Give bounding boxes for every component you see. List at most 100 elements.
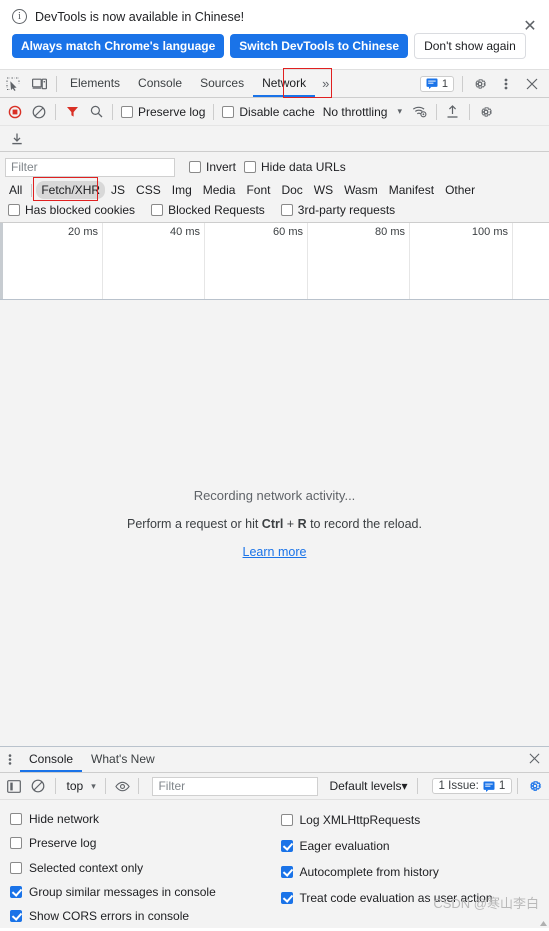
chevron-down-icon[interactable]: ▾ (391, 106, 408, 117)
always-match-language-button[interactable]: Always match Chrome's language (12, 34, 224, 58)
issues-bubble-icon (483, 781, 495, 792)
filter-type-css[interactable]: CSS (131, 181, 166, 199)
console-toolbar-divider-1 (55, 778, 56, 794)
has-blocked-cookies-label: Has blocked cookies (25, 203, 135, 217)
filter-type-doc[interactable]: Doc (276, 181, 307, 199)
console-settings-gear-icon[interactable] (523, 774, 546, 798)
search-icon[interactable] (84, 100, 108, 124)
invert-checkbox[interactable]: Invert (185, 160, 240, 174)
export-har-icon[interactable] (5, 127, 29, 151)
throttling-select[interactable]: No throttling (319, 105, 392, 119)
kebab-menu-icon[interactable] (493, 71, 519, 97)
console-filter-input[interactable] (152, 777, 318, 796)
devtools-window: i DevTools is now available in Chinese! … (0, 0, 549, 928)
timeline-tick: 40 ms (103, 223, 205, 300)
banner-close-icon[interactable]: ✕ (521, 18, 539, 36)
filter-type-manifest[interactable]: Manifest (384, 181, 439, 199)
clear-console-icon[interactable] (27, 774, 50, 798)
console-toolbar: top ▾ Default levels▾ 1 Issue: (0, 773, 549, 800)
network-conditions-icon[interactable] (408, 100, 432, 124)
network-toolbar: Preserve log Disable cache No throttling… (0, 98, 549, 126)
tab-network[interactable]: Network (253, 70, 315, 97)
filter-type-all[interactable]: All (4, 181, 27, 199)
filter-input-row: Invert Hide data URLs (0, 156, 549, 178)
preserve-log-checkbox[interactable]: Preserve log (117, 105, 209, 119)
filter-type-other[interactable]: Other (440, 181, 480, 199)
network-settings-gear-icon[interactable] (474, 100, 498, 124)
timeline-tick-label: 60 ms (273, 226, 303, 238)
selected-context-only-label: Selected context only (29, 861, 143, 875)
hide-data-urls-checkbox[interactable]: Hide data URLs (240, 160, 350, 174)
blocked-requests-checkbox[interactable]: Blocked Requests (147, 203, 269, 217)
third-party-requests-box (281, 204, 293, 216)
console-sidebar-icon[interactable] (3, 774, 26, 798)
setting-selected-context-only[interactable]: Selected context only (10, 855, 275, 879)
empty-state-title: Recording network activity... (194, 488, 356, 503)
filter-type-media[interactable]: Media (198, 181, 241, 199)
network-filter-input[interactable] (5, 158, 175, 177)
third-party-requests-checkbox[interactable]: 3rd-party requests (277, 203, 399, 217)
inspect-element-icon[interactable] (0, 71, 26, 97)
switch-to-chinese-button[interactable]: Switch DevTools to Chinese (230, 34, 408, 58)
dont-show-again-button[interactable]: Don't show again (414, 33, 526, 59)
setting-autocomplete-from-history[interactable]: Autocomplete from history (281, 859, 549, 885)
drawer-tab-whats-new[interactable]: What's New (82, 747, 164, 772)
has-blocked-cookies-checkbox[interactable]: Has blocked cookies (4, 203, 139, 217)
treat-code-evaluation-box (281, 892, 293, 904)
message-count-badge[interactable]: 1 (420, 76, 454, 92)
filter-type-font[interactable]: Font (241, 181, 275, 199)
setting-eager-evaluation[interactable]: Eager evaluation (281, 833, 549, 859)
record-button[interactable] (3, 100, 27, 124)
filter-type-ws[interactable]: WS (309, 181, 338, 199)
drawer-close-icon[interactable] (525, 751, 549, 768)
device-toolbar-icon[interactable] (26, 71, 52, 97)
execution-context-select[interactable]: top (61, 779, 87, 793)
filter-type-wasm[interactable]: Wasm (339, 181, 383, 199)
console-preserve-log-label: Preserve log (29, 836, 96, 850)
context-chevron-down-icon[interactable]: ▾ (87, 781, 100, 792)
setting-log-xmlhttprequests[interactable]: Log XMLHttpRequests (281, 807, 549, 833)
setting-preserve-log[interactable]: Preserve log (10, 831, 275, 855)
scroll-corner (539, 917, 548, 926)
selected-context-only-box (10, 862, 22, 874)
info-icon: i (12, 9, 27, 24)
more-tabs-icon[interactable]: » (315, 76, 336, 91)
gear-icon[interactable] (467, 71, 493, 97)
empty-subtitle-prefix: Perform a request or hit (127, 517, 262, 531)
network-timeline-overview[interactable]: 20 ms 40 ms 60 ms 80 ms 100 ms (0, 222, 549, 300)
net-toolbar-divider-4 (436, 104, 437, 120)
net-toolbar-divider-3 (213, 104, 214, 120)
import-har-icon[interactable] (441, 100, 465, 124)
show-cors-errors-box (10, 910, 22, 922)
disable-cache-checkbox[interactable]: Disable cache (218, 105, 318, 119)
message-bubble-icon (426, 78, 438, 89)
group-similar-messages-box (10, 886, 22, 898)
csdn-watermark: CSDN @寒山李白 (433, 893, 539, 912)
tab-elements[interactable]: Elements (61, 70, 129, 97)
preserve-log-box (121, 106, 133, 118)
filter-funnel-icon[interactable] (60, 100, 84, 124)
tab-sources[interactable]: Sources (191, 70, 253, 97)
blocked-requests-label: Blocked Requests (168, 203, 265, 217)
setting-group-similar-messages[interactable]: Group similar messages in console (10, 880, 275, 904)
issues-badge[interactable]: 1 Issue: 1 (432, 778, 513, 794)
drawer-tab-console[interactable]: Console (20, 747, 82, 772)
filter-type-js[interactable]: JS (106, 181, 130, 199)
console-settings-left-column: Hide network Preserve log Selected conte… (0, 807, 275, 928)
shortcut-r: R (298, 517, 307, 531)
clear-icon[interactable] (27, 100, 51, 124)
tab-console[interactable]: Console (129, 70, 191, 97)
console-toolbar-divider-3 (138, 778, 139, 794)
setting-hide-network[interactable]: Hide network (10, 807, 275, 831)
filter-type-img[interactable]: Img (167, 181, 197, 199)
learn-more-link[interactable]: Learn more (243, 545, 307, 559)
setting-show-cors-errors[interactable]: Show CORS errors in console (10, 904, 275, 928)
filter-type-fetch-xhr[interactable]: Fetch/XHR (36, 181, 105, 199)
close-devtools-icon[interactable] (519, 71, 545, 97)
autocomplete-from-history-box (281, 866, 293, 878)
live-expression-eye-icon[interactable] (111, 774, 134, 798)
timeline-tick-label: 40 ms (170, 226, 200, 238)
drawer-menu-icon[interactable] (0, 753, 20, 766)
log-levels-select[interactable]: Default levels▾ (329, 779, 407, 793)
console-toolbar-divider-5 (517, 778, 518, 794)
